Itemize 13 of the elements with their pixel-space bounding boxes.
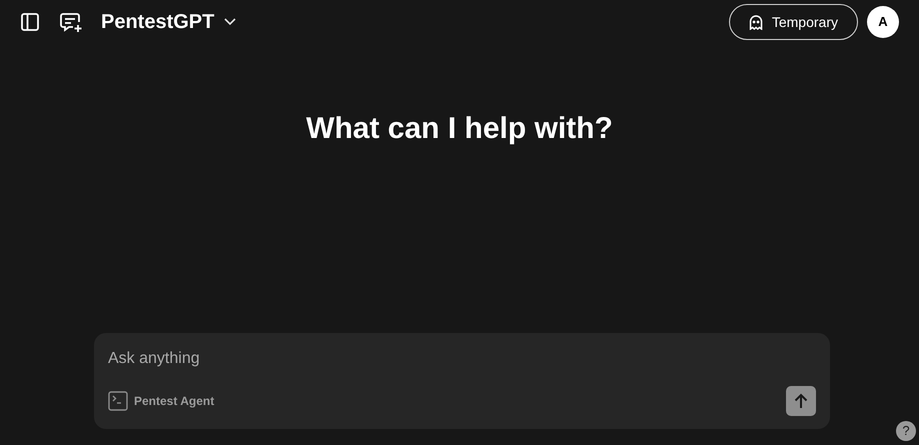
avatar[interactable]: A (867, 6, 899, 38)
message-input[interactable]: Ask anything (108, 347, 816, 371)
agent-button[interactable]: Pentest Agent (108, 391, 214, 411)
temporary-button[interactable]: Temporary (728, 4, 858, 40)
chevron-down-icon (224, 18, 236, 26)
help-button[interactable]: ? (896, 421, 916, 441)
sidebar-toggle-icon[interactable] (20, 12, 40, 32)
ghost-icon (748, 14, 763, 30)
terminal-icon (108, 391, 128, 411)
new-chat-icon[interactable] (59, 10, 83, 34)
heading: What can I help with? (305, 111, 614, 147)
arrow-up-icon (794, 393, 808, 409)
model-selector[interactable]: PentestGPT (101, 7, 236, 37)
